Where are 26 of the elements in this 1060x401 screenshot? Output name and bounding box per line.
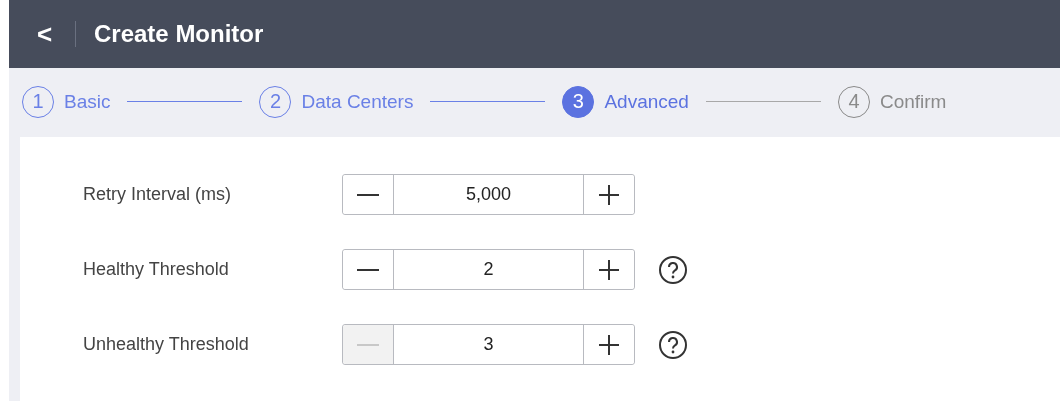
step-label: Data Centers: [301, 90, 414, 113]
number-stepper[interactable]: 5,000: [342, 174, 635, 215]
number-stepper[interactable]: 2: [342, 249, 635, 290]
help-icon[interactable]: [658, 329, 688, 360]
minus-icon: [357, 268, 379, 271]
decrement-button[interactable]: [343, 175, 394, 214]
step-label: Basic: [64, 90, 111, 113]
page-title: Create Monitor: [94, 20, 264, 48]
plus-icon: [599, 184, 619, 205]
step-number: 3: [562, 85, 595, 118]
number-stepper[interactable]: 3: [342, 324, 635, 365]
minus-icon: [357, 193, 379, 196]
increment-button[interactable]: [583, 325, 634, 364]
field-label: Healthy Threshold: [82, 259, 230, 280]
back-button[interactable]: <: [37, 21, 61, 47]
step-label: Advanced: [604, 90, 689, 113]
help-icon[interactable]: [658, 254, 688, 285]
decrement-button[interactable]: [343, 250, 394, 289]
plus-icon: [599, 334, 619, 355]
step-label: Confirm: [879, 90, 947, 113]
increment-button[interactable]: [583, 175, 634, 214]
minus-icon: [357, 343, 379, 346]
plus-icon: [599, 259, 619, 280]
increment-button[interactable]: [583, 250, 634, 289]
field-label: Retry Interval (ms): [82, 184, 233, 205]
field-label: Unhealthy Threshold: [82, 334, 250, 355]
